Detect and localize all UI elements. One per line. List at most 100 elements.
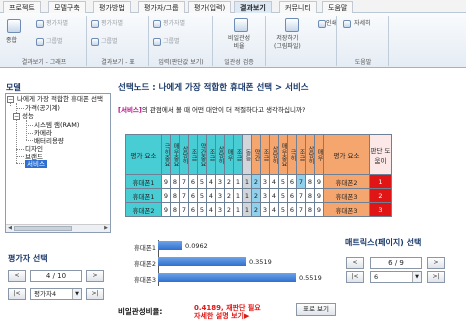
scale-cell[interactable]: 3 — [260, 174, 270, 189]
tab-evaluation-input[interactable]: 평가(입력) — [188, 1, 232, 13]
scale-cell[interactable]: 2 — [251, 174, 261, 189]
evaluator-page-field[interactable]: 4 / 10 — [30, 270, 82, 282]
scale-cell[interactable]: 5 — [278, 202, 288, 217]
last-matrix-button[interactable]: >| — [427, 271, 445, 283]
graph-by-evaluator-button[interactable]: 평가자별 — [46, 20, 68, 28]
scale-cell[interactable]: 4 — [269, 188, 279, 203]
tab-evaluator-group[interactable]: 평가자/그룹 — [138, 1, 185, 13]
scale-cell[interactable]: 4 — [206, 188, 216, 203]
scale-cell-equal[interactable]: 1 — [242, 174, 252, 189]
tree-item-service[interactable]: 서비스 — [25, 160, 47, 168]
scale-cell[interactable]: 4 — [269, 202, 279, 217]
summary-button[interactable]: 종합 — [6, 37, 17, 45]
tab-model[interactable]: 모델구축 — [48, 1, 86, 13]
tab-results[interactable]: 결과보기 — [234, 1, 272, 13]
table-by-group-button[interactable]: 그룹별 — [101, 38, 118, 46]
scale-cell[interactable]: 2 — [251, 188, 261, 203]
tree-item-design[interactable]: 디자인 — [25, 145, 43, 153]
inconsistency-ratio-button[interactable]: 비일관성 비율 — [228, 35, 250, 51]
tab-project[interactable]: 프로젝트 — [3, 1, 41, 13]
scale-cell[interactable]: 3 — [260, 202, 270, 217]
scale-cell[interactable]: 8 — [170, 174, 180, 189]
scale-cell[interactable]: 9 — [161, 188, 171, 203]
scale-cell[interactable]: 5 — [197, 174, 207, 189]
scale-cell[interactable]: 6 — [188, 188, 198, 203]
scale-cell[interactable]: 6 — [188, 202, 198, 217]
scale-cell[interactable]: 8 — [305, 188, 315, 203]
scale-cell[interactable]: 4 — [206, 202, 216, 217]
scroll-left-icon[interactable]: ◀ — [6, 225, 14, 232]
matrix-page-field[interactable]: 6 / 9 — [370, 257, 422, 269]
tree-item-performance[interactable]: 성능 — [22, 112, 34, 120]
next-matrix-button[interactable]: > — [427, 257, 445, 269]
prev-matrix-button[interactable]: < — [346, 257, 364, 269]
evaluator-select[interactable]: 평가자4 ▼ — [30, 288, 82, 300]
scale-cell[interactable]: 6 — [287, 188, 297, 203]
tree-item-goal[interactable]: 나에게 가장 적합한 휴대폰 선택 — [17, 95, 103, 103]
details-button[interactable]: 자세히 — [354, 20, 371, 28]
scale-cell[interactable]: 7 — [296, 188, 306, 203]
scale-cell[interactable]: 7 — [179, 202, 189, 217]
scale-cell[interactable]: 3 — [260, 188, 270, 203]
scale-cell[interactable]: 2 — [251, 202, 261, 217]
scale-cell[interactable]: 6 — [287, 202, 297, 217]
scale-cell[interactable]: 4 — [269, 174, 279, 189]
tree-horizontal-scrollbar[interactable]: ◀ ▶ — [6, 224, 110, 232]
scale-cell[interactable]: 2 — [224, 188, 234, 203]
judgment-help-flag[interactable]: 3 — [369, 202, 392, 217]
scale-cell-equal[interactable]: 1 — [242, 188, 252, 203]
scale-cell[interactable]: 9 — [314, 202, 324, 217]
scale-cell[interactable]: 7 — [296, 174, 306, 189]
scale-cell[interactable]: 6 — [287, 174, 297, 189]
judgment-help-flag[interactable]: 1 — [369, 174, 392, 189]
scale-cell[interactable]: 8 — [170, 188, 180, 203]
scale-cell[interactable]: 5 — [197, 202, 207, 217]
scale-cell[interactable]: 9 — [161, 202, 171, 217]
tab-help[interactable]: 도움말 — [322, 1, 354, 13]
save-image-button[interactable]: 저장하기 (그림파일) — [274, 35, 301, 51]
table-by-evaluator-button[interactable]: 평가자별 — [101, 20, 123, 28]
scale-cell-equal[interactable]: 1 — [242, 202, 252, 217]
scale-cell[interactable]: 7 — [179, 174, 189, 189]
scale-cell[interactable]: 1 — [233, 174, 243, 189]
scale-cell[interactable]: 3 — [215, 174, 225, 189]
scale-cell[interactable]: 7 — [179, 188, 189, 203]
prev-evaluator-button[interactable]: < — [8, 270, 26, 282]
next-evaluator-button[interactable]: > — [86, 270, 104, 282]
scale-cell[interactable]: 8 — [170, 202, 180, 217]
graph-by-group-button[interactable]: 그룹별 — [46, 38, 63, 46]
scale-cell[interactable]: 7 — [296, 202, 306, 217]
scale-cell[interactable]: 8 — [305, 202, 315, 217]
scale-cell[interactable]: 8 — [305, 174, 315, 189]
scale-cell[interactable]: 5 — [278, 174, 288, 189]
collapse-icon[interactable]: − — [7, 96, 14, 103]
scroll-right-icon[interactable]: ▶ — [102, 225, 110, 232]
scale-cell[interactable]: 9 — [314, 174, 324, 189]
matrix-page-select[interactable]: 6 ▼ — [370, 271, 422, 283]
scale-cell[interactable]: 3 — [215, 202, 225, 217]
tree-item-camera[interactable]: 카메라 — [34, 129, 52, 137]
tree-item-battery[interactable]: 배터리용량 — [34, 137, 64, 145]
view-as-table-button[interactable]: 표로 보기 — [296, 303, 336, 316]
tab-community[interactable]: 커뮤니티 — [279, 1, 317, 13]
scrollbar-thumb[interactable] — [14, 226, 72, 231]
last-evaluator-button[interactable]: >| — [86, 288, 104, 300]
tree-item-price[interactable]: 가격(공기계) — [25, 104, 60, 112]
scale-cell[interactable]: 4 — [206, 174, 216, 189]
judgment-help-flag[interactable]: 2 — [369, 188, 392, 203]
tab-method[interactable]: 평가방법 — [93, 1, 131, 13]
scale-cell[interactable]: 9 — [161, 174, 171, 189]
scale-cell[interactable]: 9 — [314, 188, 324, 203]
first-matrix-button[interactable]: |< — [346, 271, 364, 283]
tree-item-ram[interactable]: 시스템 램(RAM) — [34, 121, 79, 129]
detail-explanation-link[interactable]: 자세한 설명 보기▶ — [194, 312, 261, 320]
scale-cell[interactable]: 2 — [224, 174, 234, 189]
input-by-evaluator-button[interactable]: 평가자별 — [163, 20, 185, 28]
scale-cell[interactable]: 5 — [278, 188, 288, 203]
scale-cell[interactable]: 6 — [188, 174, 198, 189]
scale-cell[interactable]: 1 — [233, 202, 243, 217]
collapse-icon[interactable]: − — [13, 113, 20, 120]
first-evaluator-button[interactable]: |< — [8, 288, 26, 300]
scale-cell[interactable]: 2 — [224, 202, 234, 217]
scale-cell[interactable]: 3 — [215, 188, 225, 203]
